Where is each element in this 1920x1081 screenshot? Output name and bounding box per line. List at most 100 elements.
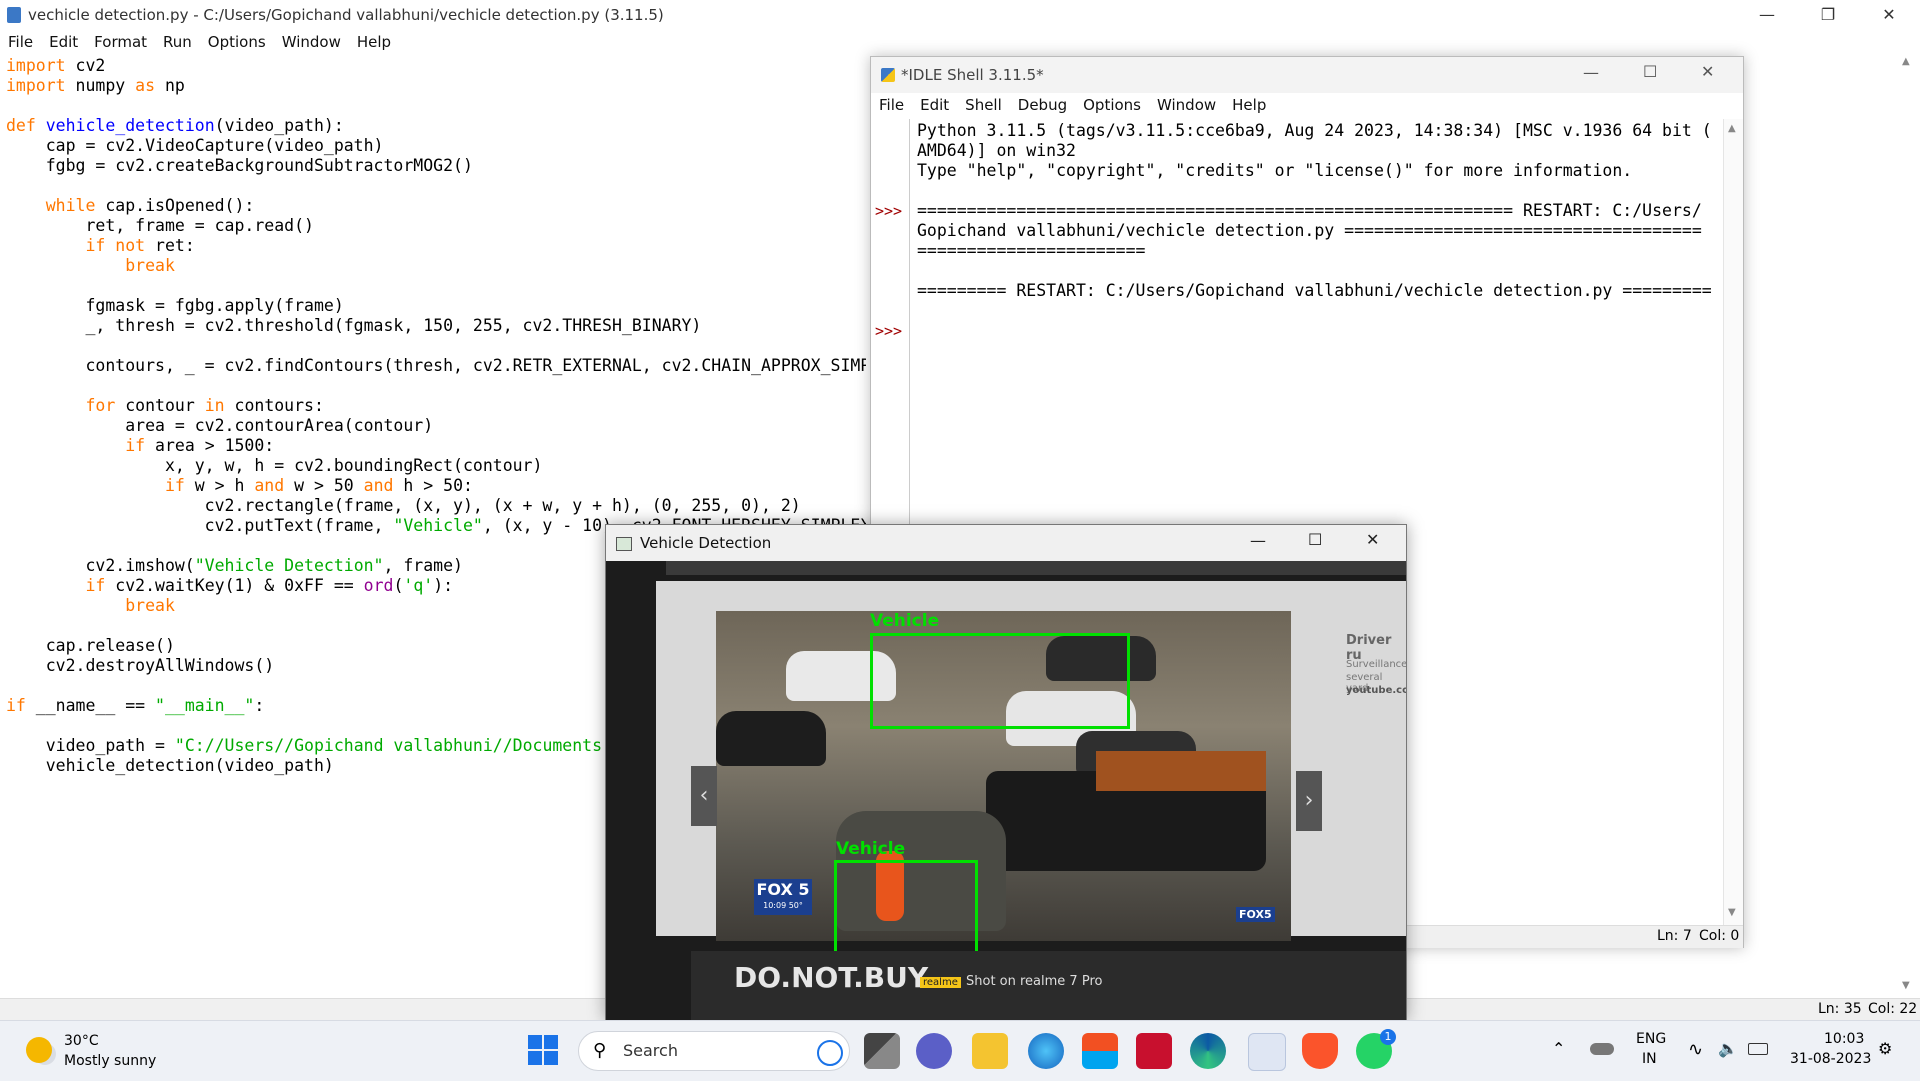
prev-arrow-button[interactable]: ‹ <box>691 766 717 826</box>
code-token: (video_path): <box>214 116 344 135</box>
shell-scroll-up[interactable]: ▲ <box>1728 123 1736 134</box>
start-button[interactable] <box>528 1035 558 1065</box>
shell-minimize-button[interactable]: — <box>1583 63 1599 82</box>
code-line: if area > 1500: <box>6 436 866 456</box>
video-maximize-button[interactable]: ☐ <box>1308 530 1322 549</box>
code-token: ( <box>393 576 404 595</box>
language-indicator[interactable]: ENG <box>1636 1031 1666 1047</box>
code-token: "Vehicle" <box>393 516 483 535</box>
store-icon[interactable] <box>1082 1033 1118 1069</box>
volume-muted-icon[interactable]: 🔈 <box>1718 1039 1738 1058</box>
shell-maximize-button[interactable]: ☐ <box>1643 62 1657 81</box>
edge-icon[interactable] <box>1190 1033 1226 1069</box>
code-token: cv2.waitKey(1) & 0xFF == <box>105 576 364 595</box>
code-token: break <box>125 596 175 615</box>
shell-scrollbar[interactable]: ▲ ▼ <box>1723 119 1743 925</box>
code-line: cv2.rectangle(frame, (x, y), (x + w, y +… <box>6 496 866 516</box>
menu-edit[interactable]: Edit <box>41 30 86 54</box>
idle-app-icon[interactable] <box>1248 1033 1286 1071</box>
editor-scroll-up[interactable]: ▲ <box>1902 56 1910 67</box>
menu-file[interactable]: File <box>0 30 41 54</box>
side-subtitle: Surveillance <box>1346 659 1406 670</box>
editor-scroll-down[interactable]: ▼ <box>1902 980 1910 991</box>
code-line: import numpy as np <box>6 76 866 96</box>
code-token: if <box>85 576 106 595</box>
news-time: 10:09 50° <box>763 901 803 910</box>
bing-icon <box>817 1040 843 1066</box>
menu-window[interactable]: Window <box>274 30 349 54</box>
task-view-icon[interactable] <box>864 1033 900 1069</box>
wifi-icon[interactable]: ∿ <box>1688 1039 1703 1060</box>
shell-menu-window[interactable]: Window <box>1149 93 1224 117</box>
teams-chat-icon[interactable] <box>916 1033 952 1069</box>
code-token: , frame) <box>383 556 463 575</box>
code-token: _, thresh = cv2.threshold(fgmask, 150, 2… <box>6 316 702 335</box>
battery-icon[interactable] <box>1748 1043 1768 1055</box>
shell-menu-shell[interactable]: Shell <box>957 93 1010 117</box>
video-close-button[interactable]: ✕ <box>1366 530 1379 549</box>
clock-time[interactable]: 10:03 <box>1824 1031 1864 1047</box>
code-token: if <box>85 236 106 255</box>
shell-line: Python 3.11.5 (tags/v3.11.5:cce6ba9, Aug… <box>917 121 1712 140</box>
shell-menu-options[interactable]: Options <box>1075 93 1149 117</box>
edge-app-icon[interactable] <box>1028 1033 1064 1069</box>
next-arrow-button[interactable]: › <box>1296 771 1322 831</box>
shell-menu-edit[interactable]: Edit <box>912 93 957 117</box>
restore-button[interactable]: ❐ <box>1805 0 1851 30</box>
code-token: break <box>125 256 175 275</box>
brave-icon[interactable] <box>1302 1033 1338 1069</box>
menu-help[interactable]: Help <box>349 30 399 54</box>
minimize-button[interactable]: — <box>1744 0 1790 30</box>
menu-format[interactable]: Format <box>86 30 155 54</box>
code-token: np <box>155 76 185 95</box>
editor-title: vechicle detection.py - C:/Users/Gopicha… <box>28 6 664 24</box>
code-line: fgbg = cv2.createBackgroundSubtractorMOG… <box>6 156 866 176</box>
shell-menu-help[interactable]: Help <box>1224 93 1274 117</box>
weather-desc: Mostly sunny <box>64 1053 157 1069</box>
clock-date[interactable]: 31-08-2023 <box>1790 1051 1871 1067</box>
shell-line: Gopichand vallabhuni/vechicle detection.… <box>917 221 1702 240</box>
code-token: if <box>164 476 185 495</box>
onedrive-icon[interactable] <box>1590 1043 1614 1055</box>
code-token: for <box>85 396 116 415</box>
code-line: break <box>6 256 866 276</box>
shell-menu-debug[interactable]: Debug <box>1010 93 1075 117</box>
shell-menubar: File Edit Shell Debug Options Window Help <box>871 93 1743 119</box>
code-token: "Vehicle Detection" <box>194 556 384 575</box>
editor-col-indicator: Col: 22 <box>1868 1001 1918 1017</box>
code-token: ret, frame = cap.read() <box>6 216 314 235</box>
search-box[interactable]: ⚲ Search <box>578 1031 850 1071</box>
shell-menu-file[interactable]: File <box>871 93 912 117</box>
window-app-icon <box>616 537 632 551</box>
notification-icon[interactable]: ⚙ <box>1878 1039 1892 1058</box>
tray-chevron-icon[interactable]: ⌃ <box>1552 1039 1565 1058</box>
code-token: area = cv2.contourArea(contour) <box>6 416 434 435</box>
shell-close-button[interactable]: ✕ <box>1701 62 1714 81</box>
shell-scroll-down[interactable]: ▼ <box>1728 907 1736 918</box>
video-minimize-button[interactable]: — <box>1250 531 1266 550</box>
menu-run[interactable]: Run <box>155 30 200 54</box>
code-line: contours, _ = cv2.findContours(thresh, c… <box>6 356 866 376</box>
code-token: contours, _ = cv2.findContours(thresh, c… <box>6 356 866 375</box>
shell-prompt: >>> <box>875 202 903 220</box>
code-line: _, thresh = cv2.threshold(fgmask, 150, 2… <box>6 316 866 336</box>
code-token: contour <box>115 396 205 415</box>
region-indicator[interactable]: IN <box>1642 1051 1657 1067</box>
menu-options[interactable]: Options <box>200 30 274 54</box>
file-explorer-icon[interactable] <box>972 1033 1008 1069</box>
mcafee-icon[interactable] <box>1136 1033 1172 1069</box>
code-token: video_path = <box>6 736 175 755</box>
code-token: if <box>125 436 146 455</box>
shell-line: ========================================… <box>917 201 1702 220</box>
news-logo-text: FOX 5 <box>756 880 810 899</box>
code-token: in <box>204 396 225 415</box>
close-button[interactable]: ✕ <box>1866 0 1912 30</box>
code-token: cv2.imshow( <box>6 556 195 575</box>
weather-widget[interactable]: 30°C Mostly sunny <box>20 1029 200 1073</box>
code-line: area = cv2.contourArea(contour) <box>6 416 866 436</box>
shell-prompt: >>> <box>875 322 903 340</box>
code-token: w > h <box>184 476 255 495</box>
